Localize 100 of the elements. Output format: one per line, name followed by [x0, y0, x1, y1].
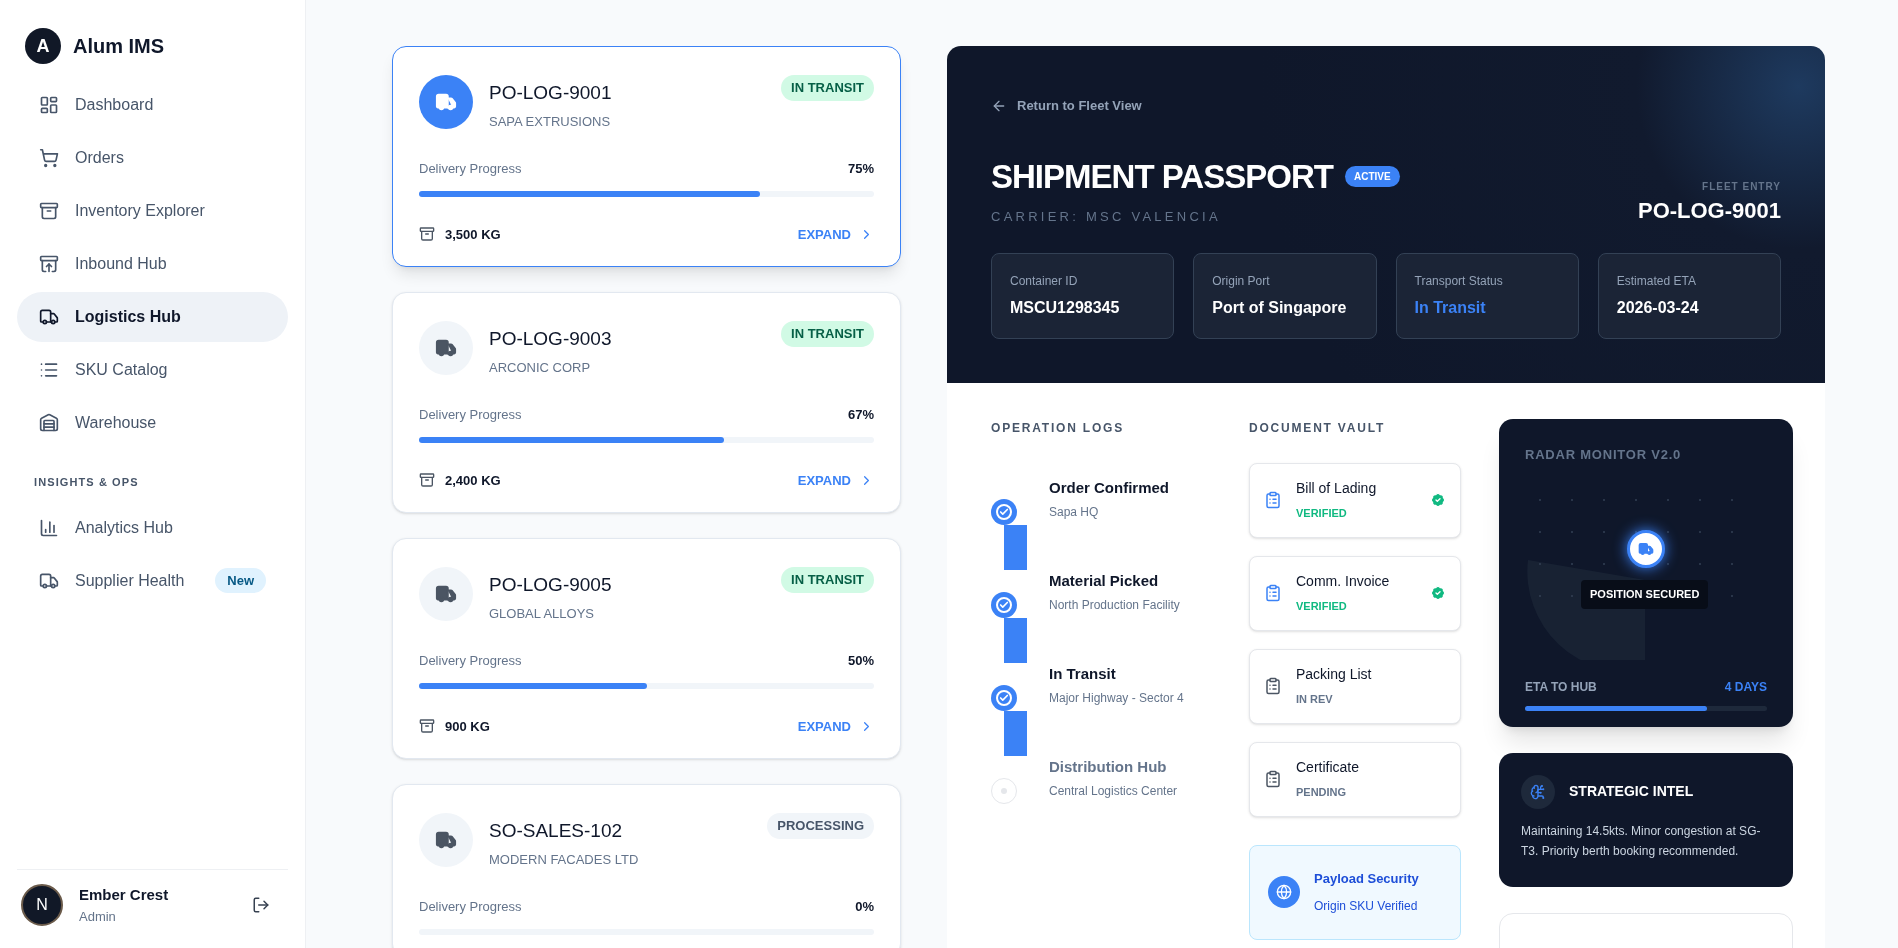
active-badge: ACTIVE [1344, 165, 1400, 187]
nav-item[interactable]: Orders [17, 133, 288, 183]
document-name: Comm. Invoice [1296, 572, 1390, 592]
expand-button[interactable]: EXPAND [797, 470, 874, 490]
step-title: Distribution Hub [1049, 756, 1168, 777]
status-badge: IN TRANSIT [781, 321, 874, 347]
shipment-id: PO-LOG-9003 [489, 327, 612, 351]
user-avatar: N [21, 884, 63, 926]
archive-box-icon [419, 472, 435, 489]
inbox-icon [39, 254, 59, 274]
fleet-entry-id: PO-LOG-9001 [1637, 196, 1781, 225]
document-card[interactable]: Bill of Lading VERIFIED [1249, 462, 1461, 538]
stat-value: MSCU1298345 [1010, 297, 1121, 318]
progress-percent: 0% [855, 898, 874, 916]
status-badge: PROCESSING [767, 813, 874, 839]
logo-mark: A [25, 28, 61, 64]
timeline-connector [1004, 710, 1027, 756]
nav-item[interactable]: Inventory Explorer [17, 186, 288, 236]
shipment-id: PO-LOG-9001 [489, 81, 612, 105]
progress-percent: 67% [847, 406, 874, 424]
stat-value: Port of Singapore [1212, 297, 1348, 318]
document-status: IN REV [1296, 692, 1334, 708]
stat-value: 2026-03-24 [1616, 297, 1700, 318]
document-card[interactable]: Certificate PENDING [1249, 741, 1461, 817]
expand-button[interactable]: EXPAND [797, 224, 874, 244]
weight-value: 2,400 KG [445, 471, 501, 490]
archive-box-icon [39, 201, 59, 221]
step-location: Sapa HQ [1049, 504, 1100, 521]
document-card[interactable]: Comm. Invoice VERIFIED [1249, 555, 1461, 631]
list-icon [39, 360, 59, 380]
clipboard-icon [1264, 677, 1282, 695]
nav-item[interactable]: Dashboard [17, 80, 288, 130]
truck-icon [39, 307, 59, 327]
new-badge: New [215, 567, 266, 594]
globe-icon [1268, 876, 1300, 908]
user-role: Admin [79, 907, 117, 926]
step-location: North Production Facility [1049, 597, 1180, 614]
nav-item[interactable]: Supplier Health New [17, 555, 288, 606]
eta-value: 4 DAYS [1724, 678, 1767, 696]
shipment-id: PO-LOG-9005 [489, 573, 612, 597]
archive-box-icon [419, 226, 435, 243]
eta-label: ETA TO HUB [1525, 678, 1597, 696]
weight-value: 3,500 KG [445, 225, 501, 244]
step-location: Major Highway - Sector 4 [1049, 690, 1184, 707]
logout-button[interactable] [252, 896, 270, 914]
shipment-card[interactable]: PO-LOG-9003 ARCONIC CORP IN TRANSIT Delivery Progress 67% 2,400 KG EXPAND [392, 292, 901, 513]
clipboard-icon [1264, 584, 1282, 602]
company-name: GLOBAL ALLOYS [489, 604, 596, 623]
brain-icon [1521, 774, 1555, 809]
timeline-connector [1004, 524, 1027, 570]
document-status: VERIFIED [1296, 599, 1348, 615]
warehouse-icon [39, 413, 59, 433]
section-heading: OPERATION LOGS [991, 419, 1125, 437]
shipment-card[interactable]: SO-SALES-102 MODERN FACADES LTD PROCESSING Delivery Progress 0% [392, 784, 901, 948]
section-label: INSIGHTS & OPS [33, 475, 140, 490]
section-heading: DOCUMENT VAULT [1249, 419, 1387, 437]
verified-badge-icon [1430, 492, 1446, 508]
stat-label: Container ID [1010, 272, 1079, 290]
step-location: Central Logistics Center [1049, 783, 1178, 800]
document-name: Certificate [1296, 758, 1360, 778]
security-subtitle: Origin SKU Verified [1314, 897, 1419, 915]
verified-badge-icon [1430, 585, 1446, 601]
progress-percent: 50% [847, 652, 874, 670]
cart-icon [39, 148, 59, 168]
status-badge: IN TRANSIT [781, 75, 874, 101]
status-badge: IN TRANSIT [781, 567, 874, 593]
nav-item[interactable]: Inbound Hub [17, 239, 288, 289]
intel-title: STRATEGIC INTEL [1569, 782, 1694, 801]
stat-label: Estimated ETA [1616, 272, 1697, 290]
carrier-name: CARRIER: MSC VALENCIA [991, 208, 1222, 226]
shipment-id: SO-SALES-102 [489, 819, 624, 843]
clipboard-icon [1264, 770, 1282, 788]
weight-value: 900 KG [445, 717, 490, 736]
clipboard-icon [1264, 491, 1282, 509]
truck-marker-icon [1627, 530, 1665, 568]
expand-button[interactable]: EXPAND [797, 716, 874, 736]
shipment-card[interactable]: PO-LOG-9005 GLOBAL ALLOYS IN TRANSIT Delivery Progress 50% 900 KG EXPAND [392, 538, 901, 759]
step-title: In Transit [1049, 663, 1117, 684]
progress-label: Delivery Progress [419, 406, 522, 424]
nav-item[interactable]: Logistics Hub [17, 292, 288, 342]
document-card[interactable]: Packing List IN REV [1249, 648, 1461, 724]
company-name: SAPA EXTRUSIONS [489, 112, 612, 131]
progress-percent: 75% [847, 160, 874, 178]
progress-label: Delivery Progress [419, 160, 522, 178]
nav-item[interactable]: Warehouse [17, 398, 288, 448]
radar-title: RADAR MONITOR V2.0 [1525, 445, 1683, 464]
user-name: Ember Crest [79, 885, 169, 905]
back-link[interactable]: Return to Fleet View [991, 96, 1142, 116]
progress-label: Delivery Progress [419, 898, 522, 916]
shipment-card[interactable]: PO-LOG-9001 SAPA EXTRUSIONS IN TRANSIT Delivery Progress 75% 3,500 KG EXPAND [392, 46, 901, 267]
page-title: SHIPMENT PASSPORT [991, 156, 1333, 197]
nav-item[interactable]: SKU Catalog [17, 345, 288, 395]
step-title: Material Picked [1049, 570, 1160, 591]
stat-label: Transport Status [1414, 272, 1504, 290]
position-label: POSITION SECURED [1581, 580, 1709, 609]
nav-item[interactable]: Analytics Hub [17, 502, 288, 553]
step-title: Order Confirmed [1049, 477, 1169, 498]
timeline-connector [1004, 617, 1027, 663]
archive-box-icon [419, 718, 435, 735]
brand-name: Alum IMS [73, 34, 165, 59]
